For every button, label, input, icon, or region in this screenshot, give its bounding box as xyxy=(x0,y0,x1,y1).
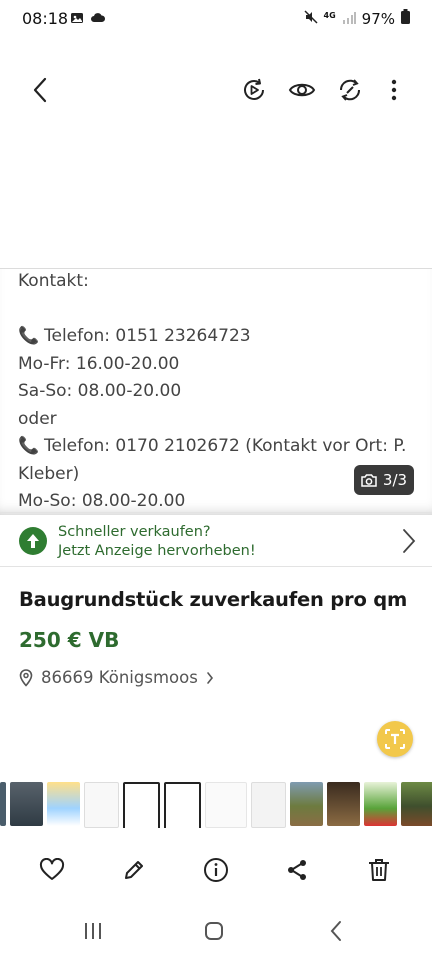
gallery-line: Mo-Fr: 16.00-20.00 xyxy=(18,353,180,374)
phone-icon: 📞 xyxy=(18,326,40,346)
system-back-button[interactable] xyxy=(313,908,359,954)
divider xyxy=(0,512,432,513)
more-vertical-icon xyxy=(391,79,397,101)
gallery-line: oder xyxy=(18,408,57,429)
chevron-left-icon xyxy=(33,77,47,103)
promo-chevron-button[interactable] xyxy=(402,528,416,558)
thumbnail[interactable] xyxy=(251,782,286,828)
share-button[interactable] xyxy=(279,852,315,888)
heart-icon xyxy=(39,858,65,880)
more-options-button[interactable] xyxy=(380,76,408,104)
pencil-icon xyxy=(125,861,143,879)
image-gallery[interactable]: Kontakt: 📞 Telefon: 0151 23264723 Mo-Fr: … xyxy=(0,268,432,515)
trash-icon xyxy=(369,859,389,881)
cloud-icon xyxy=(90,10,106,24)
promo-title: Schneller verkaufen? xyxy=(58,524,211,540)
promo-banner[interactable]: Schneller verkaufen? Jetzt Anzeige hervo… xyxy=(58,523,256,561)
gallery-phone-line: 📞 Telefon: 0170 2102672 (Kontakt vor Ort:… xyxy=(18,433,418,461)
camera-icon xyxy=(361,474,377,487)
status-right: 4G 97% xyxy=(303,9,410,28)
thumbnail[interactable] xyxy=(205,782,247,828)
listing-price: 250 € VB xyxy=(19,628,120,652)
gallery-notification-icon xyxy=(70,10,84,24)
battery-icon xyxy=(401,9,410,28)
location-text: 86669 Königsmoos xyxy=(41,668,198,687)
rotate-button[interactable] xyxy=(336,76,364,104)
thumbnail[interactable] xyxy=(164,782,201,828)
phone-icon: 📞 xyxy=(18,436,40,456)
back-icon xyxy=(330,921,341,941)
image-counter-badge: 3/3 xyxy=(354,465,414,495)
thumbnail[interactable] xyxy=(123,782,160,828)
play-rotate-icon xyxy=(244,78,264,100)
favorite-button[interactable] xyxy=(34,852,70,888)
network-4g-label: 4G xyxy=(323,11,336,20)
delete-button[interactable] xyxy=(361,852,397,888)
view-button[interactable] xyxy=(288,76,316,104)
share-icon xyxy=(288,860,306,880)
thumbnail[interactable] xyxy=(10,782,43,826)
gallery-phone-line: 📞 Telefon: 0151 23264723 xyxy=(18,323,418,351)
signal-icon xyxy=(342,10,356,28)
battery-percent: 97% xyxy=(361,9,395,28)
thumbnail[interactable] xyxy=(364,782,397,826)
home-icon xyxy=(205,922,223,940)
system-navigation-bar xyxy=(0,908,432,954)
listing-title: Baugrundstück zuverkaufen pro qm xyxy=(19,588,408,611)
home-button[interactable] xyxy=(191,908,237,954)
text-scan-icon xyxy=(385,729,405,749)
thumbnail[interactable] xyxy=(84,782,119,828)
back-button[interactable] xyxy=(26,76,54,104)
thumbnail[interactable] xyxy=(0,782,6,826)
thumbnail[interactable] xyxy=(401,782,432,826)
thumbnail[interactable] xyxy=(327,782,360,826)
recents-icon xyxy=(85,923,101,939)
gallery-line xyxy=(18,296,418,324)
thumbnail[interactable] xyxy=(290,782,323,826)
arrow-up-icon xyxy=(19,527,47,555)
location-link[interactable]: 86669 Königsmoos xyxy=(19,668,214,687)
phone-text: Telefon: 0170 2102672 (Kontakt vor Ort: … xyxy=(44,436,407,456)
promo-subtitle: Jetzt Anzeige hervorheben! xyxy=(58,543,256,559)
gallery-line: Sa-So: 08.00-20.00 xyxy=(18,381,182,401)
gallery-line: Kontakt: xyxy=(18,271,89,291)
chevron-right-icon xyxy=(403,529,416,553)
recent-apps-button[interactable] xyxy=(70,908,116,954)
thumbnail[interactable] xyxy=(47,782,80,826)
eye-icon xyxy=(288,83,316,97)
status-time: 08:18 xyxy=(22,9,69,28)
edit-button[interactable] xyxy=(116,852,152,888)
location-pin-icon xyxy=(19,668,33,687)
status-notification-icons xyxy=(70,10,106,24)
chevron-right-icon xyxy=(207,671,213,684)
phone-text: Telefon: 0151 23264723 xyxy=(44,326,251,346)
extract-text-button[interactable] xyxy=(377,721,413,757)
info-icon xyxy=(204,858,228,882)
rotate-icon xyxy=(339,79,361,101)
slideshow-button[interactable] xyxy=(240,76,268,104)
details-button[interactable] xyxy=(198,852,234,888)
mute-icon xyxy=(303,9,318,28)
bottom-action-bar xyxy=(0,852,432,888)
image-counter-text: 3/3 xyxy=(382,471,408,489)
thumbnail-strip[interactable] xyxy=(0,782,432,828)
divider xyxy=(0,566,432,567)
